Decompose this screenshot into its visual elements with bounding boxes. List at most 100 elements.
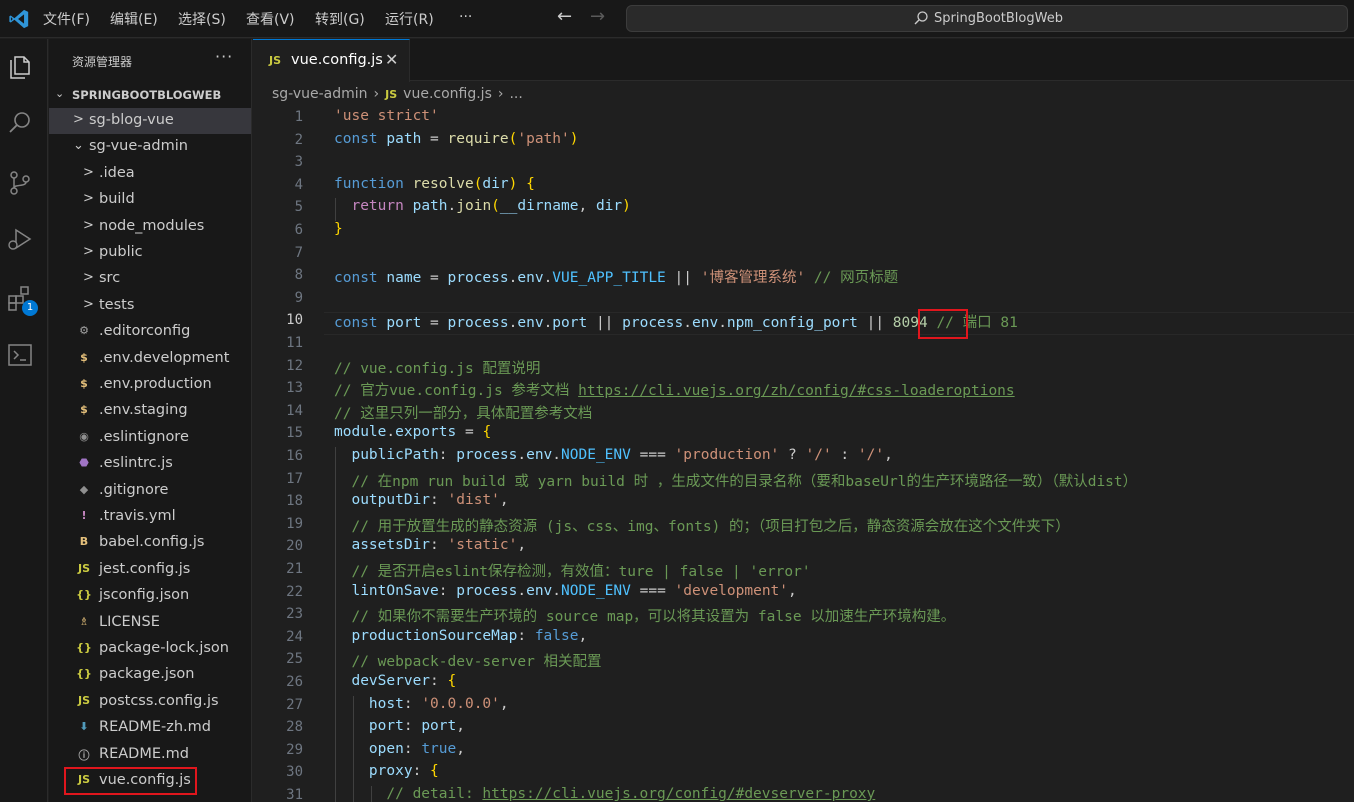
file-tree-item[interactable]: ! .travis.yml: [49, 504, 251, 530]
code-line: // 如果你不需要生产环境的 source map，可以将其设置为 false …: [351, 609, 956, 626]
exclamation-icon: !: [81, 509, 87, 522]
chevron-down-icon: ⌄: [55, 87, 65, 100]
annotation-highlight-box: [918, 309, 968, 339]
close-icon[interactable]: ✕: [385, 50, 398, 69]
license-icon: ♗: [79, 614, 89, 628]
breadcrumb-symbol[interactable]: ...: [509, 86, 522, 102]
code-line: const port = process.env.port || process…: [334, 315, 1018, 332]
line-number: 1: [294, 109, 303, 125]
file-tree-item[interactable]: > src: [49, 266, 251, 292]
code-line: const path = require('path'): [334, 130, 579, 147]
file-tree-label: package.json: [99, 666, 195, 683]
file-tree-item[interactable]: ⬣ .eslintrc.js: [49, 451, 251, 477]
menu-view[interactable]: 查看(V): [246, 9, 295, 29]
file-tree-label: README.md: [99, 745, 189, 762]
run-debug-icon[interactable]: [6, 225, 34, 253]
code-line: 'use strict': [334, 108, 439, 124]
chevron-right-icon: >: [83, 217, 94, 233]
line-number: 14: [286, 402, 303, 419]
menu-edit[interactable]: 编辑(E): [110, 9, 158, 29]
file-tree-item[interactable]: {} package-lock.json: [49, 636, 251, 662]
code-line: assetsDir: 'static',: [351, 537, 527, 554]
file-tree-label: jsconfig.json: [99, 587, 190, 604]
code-line: // 用于放置生成的静态资源 (js、css、img、fonts) 的；（项目打…: [351, 518, 1070, 535]
line-number: 7: [294, 244, 303, 261]
code-line: proxy: {: [368, 763, 439, 780]
line-number: 18: [286, 493, 303, 510]
line-number: 2: [294, 131, 303, 148]
code-editor[interactable]: 'use strict' const path = require('path')…: [334, 108, 1354, 802]
file-tree-item[interactable]: JS jest.config.js: [49, 557, 251, 583]
menu-more[interactable]: ···: [459, 9, 472, 25]
code-line: publicPath: process.env.NODE_ENV === 'pr…: [351, 447, 893, 463]
file-tree-label: tests: [99, 296, 135, 313]
indent-guide: [353, 695, 354, 802]
line-number: 27: [286, 696, 303, 713]
line-number: 28: [286, 719, 303, 736]
file-tree-item[interactable]: ◉ .eslintignore: [49, 425, 251, 451]
code-line: // vue.config.js 配置说明: [334, 360, 541, 377]
file-tree-item[interactable]: Bbabel.config.js: [49, 530, 251, 556]
file-tree-item[interactable]: ◆ .gitignore: [49, 478, 251, 504]
explorer-sidebar: 资源管理器 ··· ⌄ SPRINGBOOTBLOGWEB > sg-blog-v…: [49, 39, 252, 802]
file-tree-label: package-lock.json: [99, 640, 229, 656]
arrow-left-icon[interactable]: ←: [557, 6, 572, 27]
file-tree-label: postcss.config.js: [99, 692, 219, 709]
line-number: 20: [286, 538, 303, 555]
command-center-search[interactable]: SpringBootBlogWeb: [626, 5, 1348, 32]
file-tree-label: sg-vue-admin: [89, 138, 188, 155]
file-tree-item[interactable]: {} package.json: [49, 662, 251, 688]
line-number: 12: [286, 357, 303, 374]
js-icon: JS: [77, 693, 90, 707]
file-tree-item[interactable]: ⬇ README-zh.md: [49, 715, 251, 741]
breadcrumb-folder[interactable]: sg-vue-admin: [272, 86, 368, 102]
file-tree-item[interactable]: ⚙ .editorconfig: [49, 319, 251, 345]
arrow-right-icon[interactable]: →: [590, 6, 605, 27]
chevron-right-icon: >: [83, 191, 94, 207]
file-tree-label: .editorconfig: [99, 323, 191, 340]
source-control-icon[interactable]: [6, 169, 34, 197]
file-tree-item[interactable]: ⓘ README.md: [49, 742, 251, 768]
menu-file[interactable]: 文件(F): [43, 9, 90, 29]
file-tree-item[interactable]: $ .env.staging: [49, 398, 251, 424]
js-icon: JS: [269, 54, 282, 67]
file-tree-item[interactable]: > .idea: [49, 161, 251, 187]
line-number: 26: [286, 674, 303, 690]
file-tree-item[interactable]: > tests: [49, 293, 251, 319]
dollar-icon: $: [80, 350, 88, 364]
file-tree-item[interactable]: $ .env.production: [49, 372, 251, 398]
search-text: SpringBootBlogWeb: [934, 11, 1063, 26]
indent-guide: [335, 198, 336, 221]
menu-run[interactable]: 运行(R): [385, 9, 434, 29]
file-tree-item[interactable]: ♗ LICENSE: [49, 610, 251, 636]
tab-vue-config[interactable]: JS vue.config.js ✕: [253, 39, 410, 82]
file-tree-label: .gitignore: [99, 481, 169, 498]
workspace-header[interactable]: ⌄ SPRINGBOOTBLOGWEB: [49, 84, 251, 106]
line-number: 10: [286, 312, 303, 329]
search-icon[interactable]: [6, 109, 34, 137]
file-tree-item[interactable]: JS postcss.config.js: [49, 689, 251, 715]
file-tree-item[interactable]: > node_modules: [49, 214, 251, 240]
chevron-right-icon: >: [73, 112, 84, 127]
breadcrumb-file[interactable]: vue.config.js: [403, 86, 492, 102]
file-tree-item[interactable]: > sg-blog-vue: [49, 108, 251, 134]
search-icon: [914, 11, 928, 25]
menu-selection[interactable]: 选择(S): [178, 9, 226, 29]
file-tree-item[interactable]: $ .env.development: [49, 346, 251, 372]
file-tree-item[interactable]: ⌄ sg-vue-admin: [49, 134, 251, 160]
info-icon: ⓘ: [78, 748, 90, 762]
code-line: // 在npm run build 或 yarn build 时 ，生成文件的目…: [351, 473, 1138, 490]
file-tree-label: .eslintignore: [99, 428, 189, 445]
babel-icon: B: [79, 535, 89, 549]
code-line: // 这里只列一部分，具体配置参考文档: [334, 405, 593, 422]
json-icon: {}: [76, 667, 92, 681]
terminal-icon[interactable]: [6, 341, 34, 369]
file-tree-item[interactable]: > build: [49, 187, 251, 213]
menu-go[interactable]: 转到(G): [315, 9, 365, 29]
file-tree-item[interactable]: > public: [49, 240, 251, 266]
breadcrumb: sg-vue-admin › JS vue.config.js ›...: [272, 86, 523, 106]
file-tree-item[interactable]: {} jsconfig.json: [49, 583, 251, 609]
file-tree-label: sg-blog-vue: [89, 112, 174, 128]
more-actions-icon[interactable]: ···: [215, 47, 233, 66]
files-icon[interactable]: [6, 52, 34, 80]
